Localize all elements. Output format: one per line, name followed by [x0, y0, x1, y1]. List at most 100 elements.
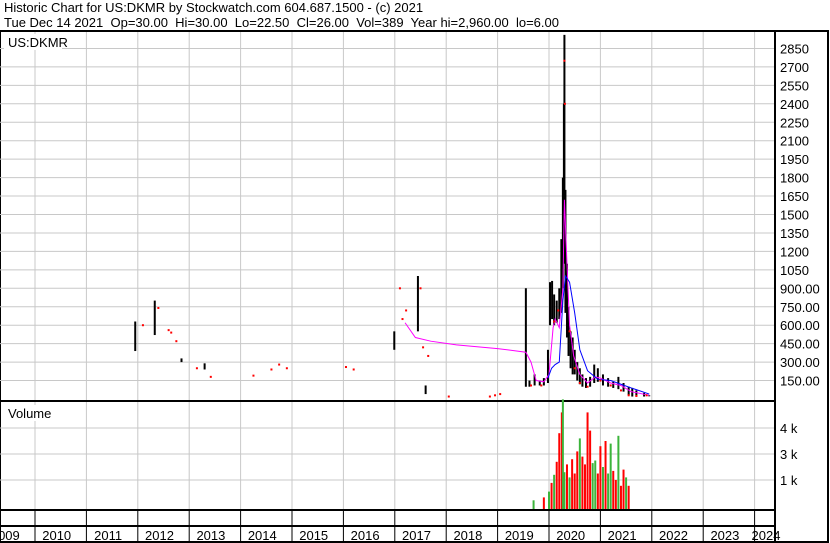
close-dot	[530, 384, 533, 387]
volume-bar	[625, 477, 628, 509]
year-tick-label: 2012	[145, 528, 174, 543]
volume-bar	[607, 473, 610, 509]
close-dot	[195, 367, 198, 370]
volume-tick-label: 1 k	[780, 473, 798, 488]
close-dot	[427, 354, 430, 357]
price-tick-label: 2850	[780, 41, 809, 56]
close-dot	[405, 309, 408, 312]
price-tick-label: 2700	[780, 60, 809, 75]
volume-bar	[617, 435, 620, 509]
price-tick-label: 750.00	[780, 300, 820, 315]
volume-bar	[553, 474, 556, 509]
close-dot	[494, 394, 497, 397]
close-dot	[557, 309, 560, 312]
volume-bar	[601, 467, 604, 509]
volume-bar	[622, 469, 625, 509]
price-tick-label: 2550	[780, 78, 809, 93]
close-dot	[270, 368, 273, 371]
price-tick-label: 2250	[780, 115, 809, 130]
close-dot	[627, 394, 630, 397]
close-dot	[398, 287, 401, 290]
volume-bar	[565, 464, 568, 509]
year-tick-label: 2024	[752, 528, 781, 543]
volume-bar	[612, 470, 615, 509]
volume-bar	[609, 443, 612, 509]
close-dot	[553, 320, 556, 323]
volume-bar	[594, 460, 597, 509]
close-dot	[573, 367, 576, 370]
close-dot	[157, 306, 160, 309]
close-dot	[568, 330, 571, 333]
close-dot	[563, 59, 566, 62]
close-dot	[563, 102, 566, 105]
year-tick-label: 2013	[196, 528, 225, 543]
volume-bar	[578, 438, 581, 509]
close-dot	[645, 394, 648, 397]
price-tick-label: 150.00	[780, 374, 820, 389]
volume-bar	[586, 412, 589, 509]
volume-bar	[604, 441, 607, 509]
close-dot	[209, 375, 212, 378]
price-tick-label: 900.00	[780, 281, 820, 296]
year-tick-label: 2015	[299, 528, 328, 543]
volume-bar	[614, 480, 617, 509]
price-tick-label: 600.00	[780, 318, 820, 333]
close-dot	[170, 331, 173, 334]
close-dot	[609, 384, 612, 387]
volume-bar	[542, 497, 545, 509]
close-dot	[344, 366, 347, 369]
close-dot	[167, 329, 170, 332]
volume-bar	[573, 473, 576, 509]
year-tick-label: 2016	[351, 528, 380, 543]
volume-bar	[627, 485, 630, 509]
close-dot	[447, 395, 450, 398]
year-tick-label: 2023	[710, 528, 739, 543]
volume-bar	[591, 463, 594, 509]
volume-bar	[571, 459, 574, 509]
volume-bar	[576, 451, 579, 509]
close-dot	[352, 368, 355, 371]
volume-bar	[596, 473, 599, 509]
volume-bar	[581, 456, 584, 509]
volume-bar	[583, 464, 586, 509]
price-tick-label: 1200	[780, 244, 809, 259]
stock-chart: US:DKMR Volume 2850 2700 2550 2400 2250 2100 1…	[0, 30, 829, 543]
volume-tick-label: 3 k	[780, 447, 798, 462]
volume-bar	[548, 491, 550, 509]
year-tick-label: 2009	[0, 528, 20, 543]
close-dot	[278, 363, 281, 366]
grid	[0, 32, 775, 543]
close-dot	[401, 318, 404, 321]
volume-bar	[619, 485, 622, 509]
volume-bar	[599, 446, 602, 509]
close-dot	[252, 374, 255, 377]
year-tick-label: 2018	[453, 528, 482, 543]
close-dot	[586, 385, 589, 388]
price-tick-label: 1350	[780, 226, 809, 241]
symbol-label: US:DKMR	[8, 35, 68, 50]
price-tick-label: 2100	[780, 134, 809, 149]
close-dot	[578, 382, 581, 385]
close-dot	[619, 389, 622, 392]
volume-bar	[532, 500, 535, 509]
price-tick-label: 1800	[780, 171, 809, 186]
volume-bar	[550, 482, 553, 509]
volume-label: Volume	[8, 406, 51, 421]
price-tick-label: 1050	[780, 263, 809, 278]
year-tick-label: 2014	[248, 528, 277, 543]
close-dot	[488, 395, 491, 398]
moving-average-line	[404, 199, 650, 396]
volume-bar	[589, 430, 592, 509]
close-dot	[141, 324, 144, 327]
close-dot	[175, 340, 178, 343]
year-tick-label: 2011	[94, 528, 122, 543]
close-dot	[285, 367, 288, 370]
close-dot	[540, 384, 543, 387]
year-tick-label: 2022	[659, 528, 688, 543]
year-tick-label: 2021	[608, 528, 637, 543]
close-dot	[422, 346, 425, 349]
close-dot	[499, 393, 502, 396]
year-tick-label: 2020	[556, 528, 585, 543]
volume-tick-label: 4 k	[780, 421, 798, 436]
close-dot	[635, 394, 638, 397]
